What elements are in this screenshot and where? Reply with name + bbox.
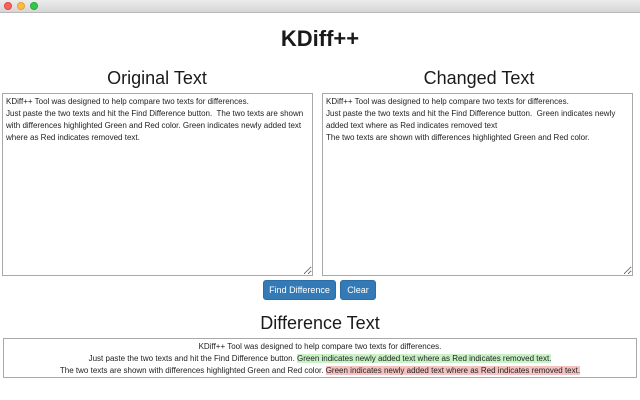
diff-plain-text: Just paste the two texts and hit the Fin… [88, 354, 298, 363]
diff-line: KDiff++ Tool was designed to help compar… [4, 341, 636, 353]
window-maximize-icon[interactable] [30, 2, 38, 10]
diff-plain-text: The two texts are shown with differences… [59, 366, 326, 375]
window-close-icon[interactable] [4, 2, 12, 10]
page-title: KDiff++ [280, 26, 360, 51]
diff-added-text: Green indicates newly added text where a… [297, 354, 552, 363]
changed-text-input[interactable]: KDiff++ Tool was designed to help compar… [322, 93, 633, 276]
window-minimize-icon[interactable] [17, 2, 25, 10]
clear-button[interactable]: Clear [340, 280, 376, 300]
diff-removed-text: Green indicates newly added text where a… [325, 366, 581, 375]
diff-line: Just paste the two texts and hit the Fin… [4, 353, 636, 365]
find-difference-button[interactable]: Find Difference [263, 280, 336, 300]
original-text-input[interactable]: KDiff++ Tool was designed to help compar… [2, 93, 313, 276]
window-titlebar [0, 0, 640, 13]
changed-text-heading: Changed Text [423, 68, 535, 88]
diff-plain-text: KDiff++ Tool was designed to help compar… [198, 342, 442, 351]
original-text-heading: Original Text [107, 68, 207, 88]
diff-line: The two texts are shown with differences… [4, 365, 636, 377]
difference-output: KDiff++ Tool was designed to help compar… [3, 338, 637, 378]
difference-text-heading: Difference Text [260, 313, 380, 333]
